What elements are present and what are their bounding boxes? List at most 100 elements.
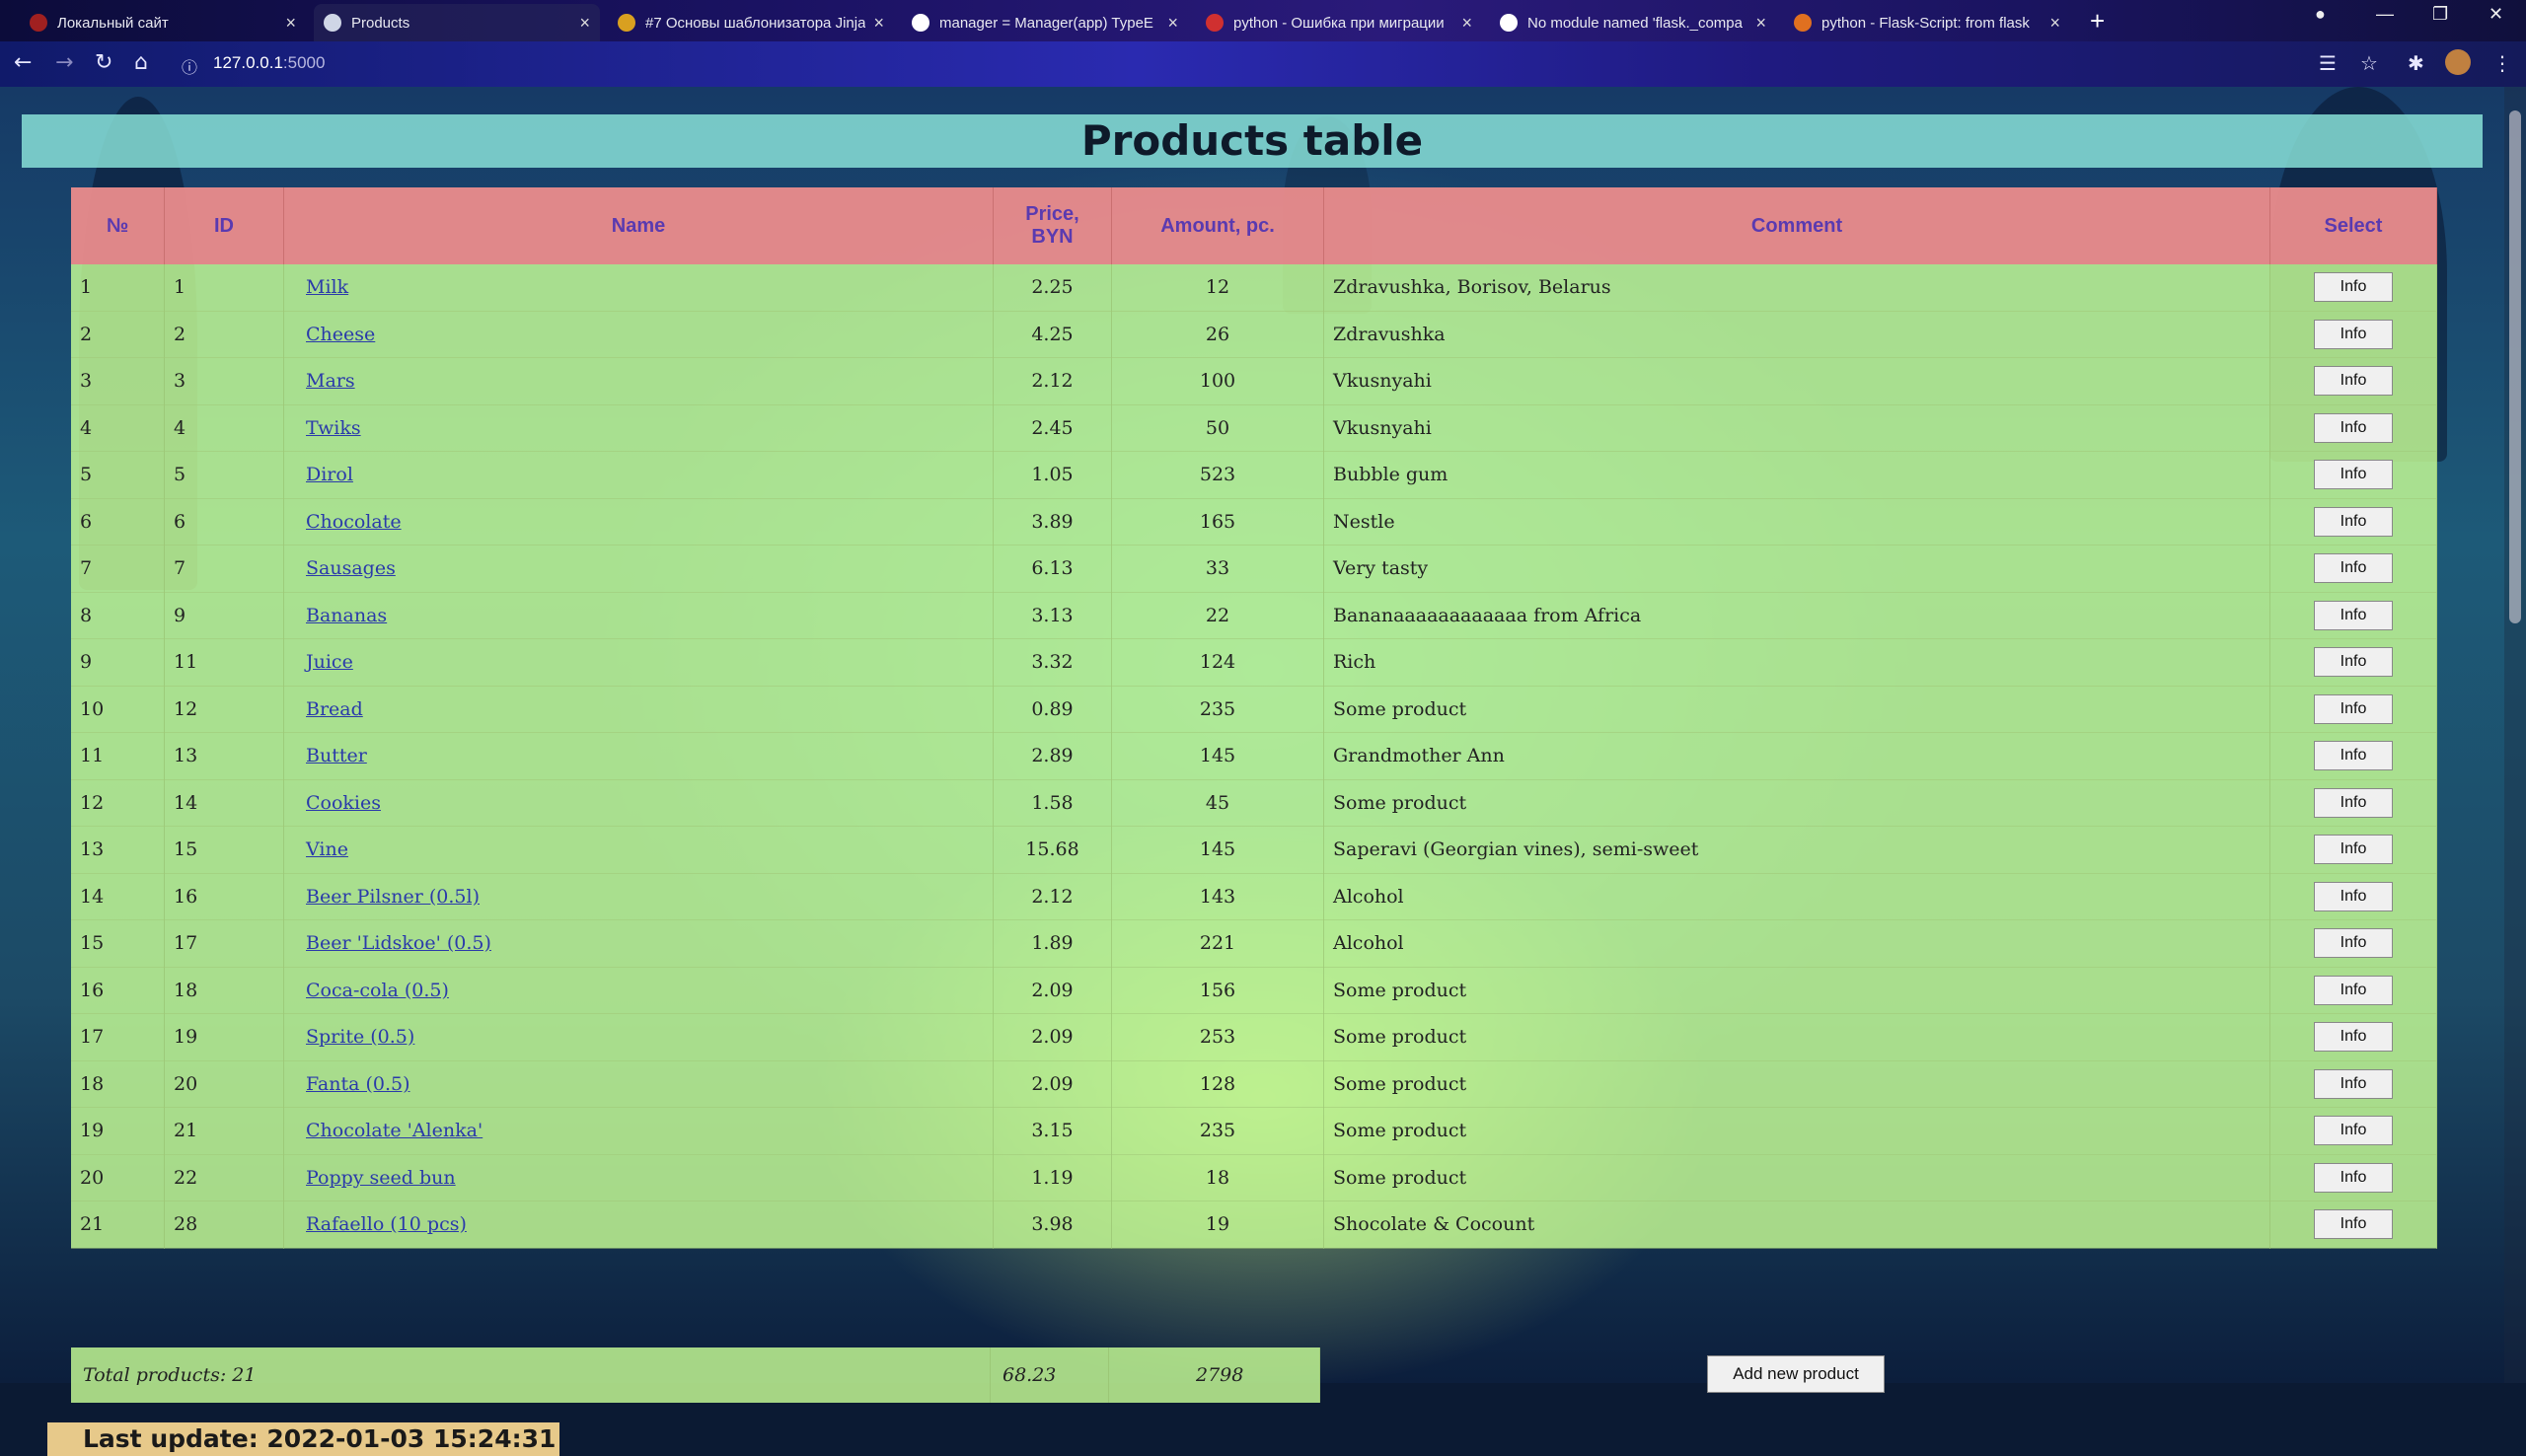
cell-amount: 100 (1111, 357, 1324, 405)
product-name-link[interactable]: Sprite (0.5) (306, 1026, 414, 1048)
product-name-link[interactable]: Dirol (306, 464, 353, 485)
table-row: 15 17 Beer 'Lidskoe' (0.5) 1.89 221 Alcohol In… (71, 919, 2437, 968)
info-button[interactable]: Info (2314, 693, 2393, 724)
tab-close-icon[interactable]: × (873, 13, 884, 34)
tab-close-icon[interactable]: × (2049, 13, 2060, 34)
product-name-link[interactable]: Rafaello (10 pcs) (306, 1213, 467, 1235)
add-new-product-button[interactable]: Add new product (1707, 1355, 1885, 1393)
cell-price: 6.13 (993, 545, 1112, 593)
browser-tab[interactable]: #7 Основы шаблонизатора Jinja × (608, 4, 894, 41)
extensions-icon[interactable]: ✱ (2408, 51, 2424, 75)
tab-close-icon[interactable]: × (1755, 13, 1766, 34)
table-row: 10 12 Bread 0.89 235 Some product Info (71, 686, 2437, 733)
product-name-link[interactable]: Cheese (306, 324, 375, 345)
browser-tab[interactable]: No module named 'flask._compa × (1490, 4, 1776, 41)
back-icon[interactable]: ← (14, 50, 32, 75)
product-name-link[interactable]: Sausages (306, 557, 396, 579)
product-name-link[interactable]: Cookies (306, 792, 381, 814)
cell-id: 16 (164, 873, 284, 920)
cell-comment: Some product (1323, 1154, 2270, 1201)
info-button[interactable]: Info (2314, 600, 2393, 630)
profile-avatar[interactable] (2445, 49, 2471, 75)
info-button[interactable]: Info (2314, 1022, 2393, 1053)
product-name-link[interactable]: Fanta (0.5) (306, 1073, 410, 1095)
browser-tab[interactable]: Products × (314, 4, 600, 41)
info-button[interactable]: Info (2314, 975, 2393, 1005)
info-button[interactable]: Info (2314, 460, 2393, 490)
site-info-icon[interactable]: ⓘ (182, 54, 197, 78)
product-name-link[interactable]: Beer Pilsner (0.5l) (306, 886, 480, 908)
info-button[interactable]: Info (2314, 506, 2393, 537)
menu-kebab-icon[interactable]: ⋮ (2492, 51, 2512, 75)
scrollbar[interactable] (2504, 87, 2526, 1383)
cell-num: 21 (71, 1201, 165, 1249)
url-field[interactable]: 127.0.0.1:5000 (213, 53, 325, 73)
tab-close-icon[interactable]: × (1167, 13, 1178, 34)
product-name-link[interactable]: Juice (306, 651, 353, 673)
restore-icon[interactable]: ❐ (2432, 4, 2448, 25)
product-name-link[interactable]: Butter (306, 745, 367, 766)
table-row: 1 1 Milk 2.25 12 Zdravushka, Borisov, Belarus… (71, 264, 2437, 312)
product-name-link[interactable]: Vine (306, 838, 348, 860)
product-name-link[interactable]: Milk (306, 276, 348, 298)
cell-name: Chocolate 'Alenka' (283, 1107, 994, 1155)
info-button[interactable]: Info (2314, 787, 2393, 818)
table-row: 12 14 Cookies 1.58 45 Some product Info (71, 779, 2437, 827)
cell-amount: 165 (1111, 498, 1324, 546)
product-name-link[interactable]: Beer 'Lidskoe' (0.5) (306, 932, 491, 954)
cell-num: 1 (71, 264, 165, 312)
product-name-link[interactable]: Coca-cola (0.5) (306, 980, 449, 1001)
browser-tab[interactable]: python - Flask-Script: from flask × (1784, 4, 2070, 41)
cell-price: 3.13 (993, 592, 1112, 639)
info-button[interactable]: Info (2314, 412, 2393, 443)
browser-tab[interactable]: manager = Manager(app) TypeE × (902, 4, 1188, 41)
info-button[interactable]: Info (2314, 835, 2393, 865)
cell-select: Info (2269, 638, 2437, 687)
info-button[interactable]: Info (2314, 1116, 2393, 1146)
address-bar: ← → ↻ ⌂ ⓘ 127.0.0.1:5000 ☰ ☆ ✱ ⋮ (0, 41, 2526, 87)
cell-name: Cheese (283, 311, 994, 358)
info-button[interactable]: Info (2314, 741, 2393, 771)
info-button[interactable]: Info (2314, 366, 2393, 397)
info-button[interactable]: Info (2314, 1162, 2393, 1193)
cell-id: 14 (164, 779, 284, 827)
forward-icon[interactable]: → (55, 50, 73, 75)
tab-search-icon[interactable]: ● (2315, 4, 2326, 25)
cell-name: Beer 'Lidskoe' (0.5) (283, 919, 994, 968)
info-button[interactable]: Info (2314, 553, 2393, 584)
scrollbar-thumb[interactable] (2509, 110, 2521, 623)
info-button[interactable]: Info (2314, 1209, 2393, 1240)
product-name-link[interactable]: Twiks (306, 417, 361, 439)
home-icon[interactable]: ⌂ (134, 50, 148, 75)
cell-amount: 523 (1111, 451, 1324, 499)
browser-tab[interactable]: python - Ошибка при миграции × (1196, 4, 1482, 41)
cell-id: 11 (164, 638, 284, 687)
info-button[interactable]: Info (2314, 881, 2393, 911)
new-tab-icon[interactable]: + (2090, 6, 2105, 36)
cell-amount: 33 (1111, 545, 1324, 593)
bookmark-star-icon[interactable]: ☆ (2360, 51, 2378, 75)
translate-icon[interactable]: ☰ (2319, 51, 2337, 75)
info-button[interactable]: Info (2314, 928, 2393, 959)
reload-icon[interactable]: ↻ (95, 50, 112, 75)
close-window-icon[interactable]: ✕ (2489, 4, 2503, 25)
product-name-link[interactable]: Chocolate 'Alenka' (306, 1120, 483, 1141)
tab-favicon-icon (324, 14, 341, 32)
info-button[interactable]: Info (2314, 319, 2393, 349)
tab-close-icon[interactable]: × (1461, 13, 1472, 34)
product-name-link[interactable]: Bananas (306, 605, 387, 626)
cell-id: 22 (164, 1154, 284, 1201)
info-button[interactable]: Info (2314, 272, 2393, 303)
cell-select: Info (2269, 967, 2437, 1014)
info-button[interactable]: Info (2314, 1068, 2393, 1099)
cell-comment: Vkusnyahi (1323, 404, 2270, 452)
product-name-link[interactable]: Bread (306, 698, 363, 720)
product-name-link[interactable]: Poppy seed bun (306, 1167, 456, 1189)
tab-close-icon[interactable]: × (579, 13, 590, 34)
info-button[interactable]: Info (2314, 647, 2393, 678)
tab-close-icon[interactable]: × (285, 13, 296, 34)
product-name-link[interactable]: Mars (306, 370, 355, 392)
browser-tab[interactable]: Локальный сайт × (20, 4, 306, 41)
minimize-icon[interactable]: — (2376, 4, 2394, 25)
product-name-link[interactable]: Chocolate (306, 511, 402, 533)
